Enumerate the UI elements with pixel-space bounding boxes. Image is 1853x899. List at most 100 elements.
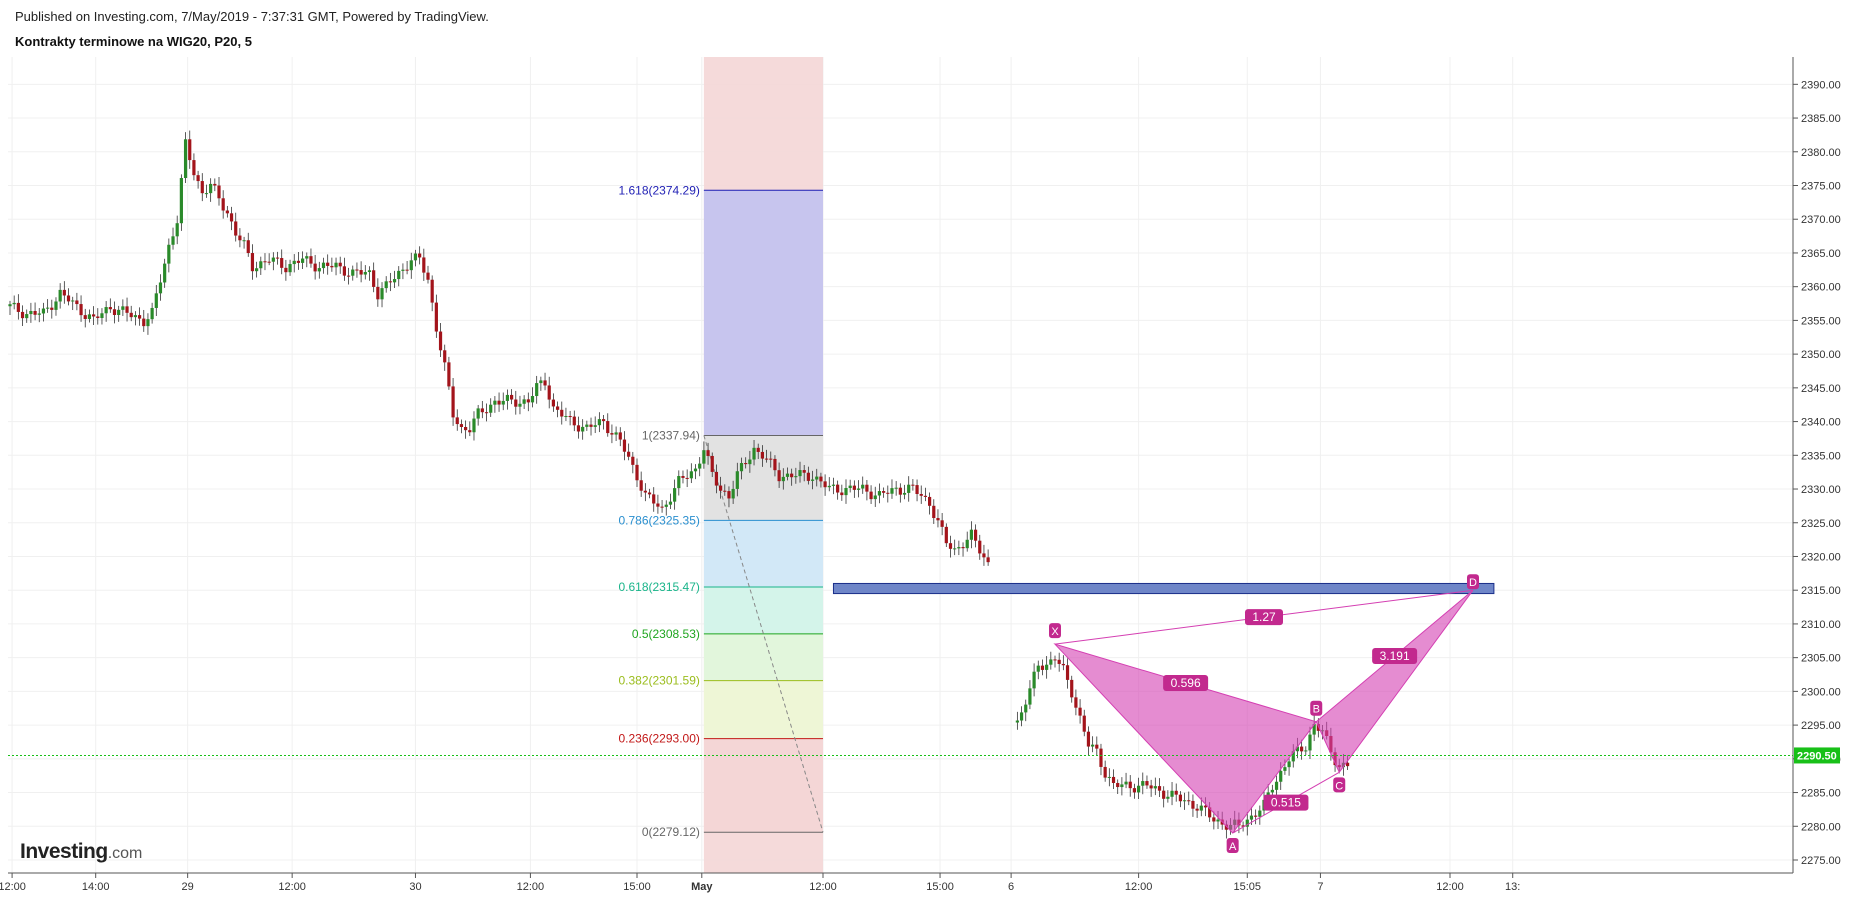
- candle-body: [798, 470, 802, 477]
- candle-body: [1212, 817, 1216, 822]
- candle-body: [351, 269, 355, 276]
- candle-body: [1074, 697, 1078, 708]
- candle-body: [1049, 659, 1053, 665]
- target-zone[interactable]: [832, 582, 1495, 595]
- candle-body: [915, 485, 919, 494]
- candle-body: [426, 272, 430, 280]
- candle-body: [1045, 664, 1049, 670]
- candle-body: [593, 425, 597, 427]
- candle-body: [936, 518, 940, 521]
- candle-body: [865, 484, 869, 492]
- y-tick-label: 2350.00: [1801, 349, 1841, 361]
- candle-body: [944, 526, 948, 544]
- price-chart[interactable]: 1.618(2374.29) 1(2337.94) 0.786(2325.35) 0.…: [0, 0, 1853, 899]
- candle-body: [46, 307, 50, 309]
- candle-body: [698, 463, 702, 469]
- candle-body: [25, 314, 29, 319]
- candle-body: [418, 253, 422, 258]
- candle-body: [785, 473, 790, 477]
- candle-body: [610, 433, 614, 435]
- fib-band: [703, 633, 824, 681]
- candle-body: [112, 309, 117, 315]
- candle-body: [781, 476, 785, 482]
- candle-body: [83, 315, 87, 319]
- candle-body: [940, 520, 944, 527]
- candle-body: [719, 485, 723, 491]
- candle-body: [1162, 790, 1166, 799]
- candle-body: [631, 456, 635, 465]
- candle-body: [530, 396, 535, 403]
- candle-body: [668, 501, 673, 505]
- candle-body: [769, 458, 773, 460]
- candle-body: [673, 488, 677, 502]
- fibonacci-retracement[interactable]: 1.618(2374.29) 1(2337.94) 0.786(2325.35) 0.…: [618, 57, 824, 873]
- candle-body: [171, 236, 175, 245]
- candle-body: [501, 400, 505, 405]
- candle-body: [1178, 794, 1182, 802]
- x-tick-label: 12:00: [278, 881, 306, 893]
- candle-body: [652, 494, 656, 504]
- candle-body: [585, 424, 589, 427]
- investing-logo: Investing.com: [20, 840, 142, 864]
- candle-body: [188, 139, 192, 161]
- candle-body: [96, 316, 100, 319]
- candle-body: [355, 269, 359, 271]
- candle-body: [1015, 720, 1019, 723]
- candle-body: [1199, 805, 1203, 811]
- fib-band: [703, 587, 824, 634]
- candle-body: [179, 178, 183, 224]
- candle-body: [388, 281, 392, 283]
- candle-body: [1195, 808, 1199, 811]
- candle-body: [551, 399, 555, 407]
- candle-body: [275, 257, 280, 259]
- candle-body: [689, 471, 693, 479]
- y-tick-label: 2390.00: [1801, 79, 1841, 91]
- candle-body: [539, 380, 543, 384]
- candle-body: [869, 491, 873, 500]
- candle-body: [87, 314, 92, 319]
- candle-body: [873, 495, 877, 500]
- candle-body: [576, 425, 581, 432]
- candle-body: [978, 540, 982, 554]
- pattern-triangle-bcd: [1315, 589, 1474, 774]
- candle-body: [907, 484, 911, 493]
- candle-body: [973, 529, 978, 541]
- candle-body: [29, 310, 33, 315]
- candle-body: [292, 260, 296, 265]
- candle-body: [685, 477, 689, 479]
- x-tick-label: 12:00: [0, 881, 26, 893]
- candle-body: [894, 487, 898, 489]
- candle-body: [618, 432, 622, 440]
- candle-body: [451, 386, 455, 418]
- candle-body: [263, 261, 267, 263]
- candle-body: [489, 404, 493, 413]
- candle-body: [363, 272, 367, 275]
- candle-body: [1057, 659, 1061, 664]
- candle-body: [234, 221, 238, 236]
- candle-body: [957, 547, 961, 549]
- candle-body: [919, 493, 923, 496]
- candle-body: [982, 553, 986, 558]
- y-tick-label: 2340.00: [1801, 417, 1841, 429]
- candle-body: [702, 450, 706, 464]
- candle-body: [146, 319, 150, 327]
- candle-body: [397, 270, 401, 280]
- candle-body: [468, 430, 472, 433]
- y-tick-label: 2280.00: [1801, 821, 1841, 833]
- candle-body: [664, 504, 668, 507]
- y-tick-label: 2385.00: [1801, 113, 1841, 125]
- fib-level-label: 0.786(2325.35): [618, 513, 699, 527]
- candle-body: [20, 311, 25, 319]
- candle-body: [108, 307, 112, 310]
- candle-body: [75, 300, 79, 305]
- candle-body: [464, 426, 468, 431]
- candle-body: [1128, 781, 1132, 789]
- logo-domain: .com: [107, 845, 143, 862]
- candle-body: [877, 491, 882, 496]
- candle-body: [510, 394, 514, 400]
- candle-body: [150, 307, 154, 320]
- candle-body: [1279, 770, 1283, 782]
- candle-body: [330, 265, 334, 268]
- candle-body: [41, 308, 46, 314]
- x-tick-label: 15:00: [926, 881, 954, 893]
